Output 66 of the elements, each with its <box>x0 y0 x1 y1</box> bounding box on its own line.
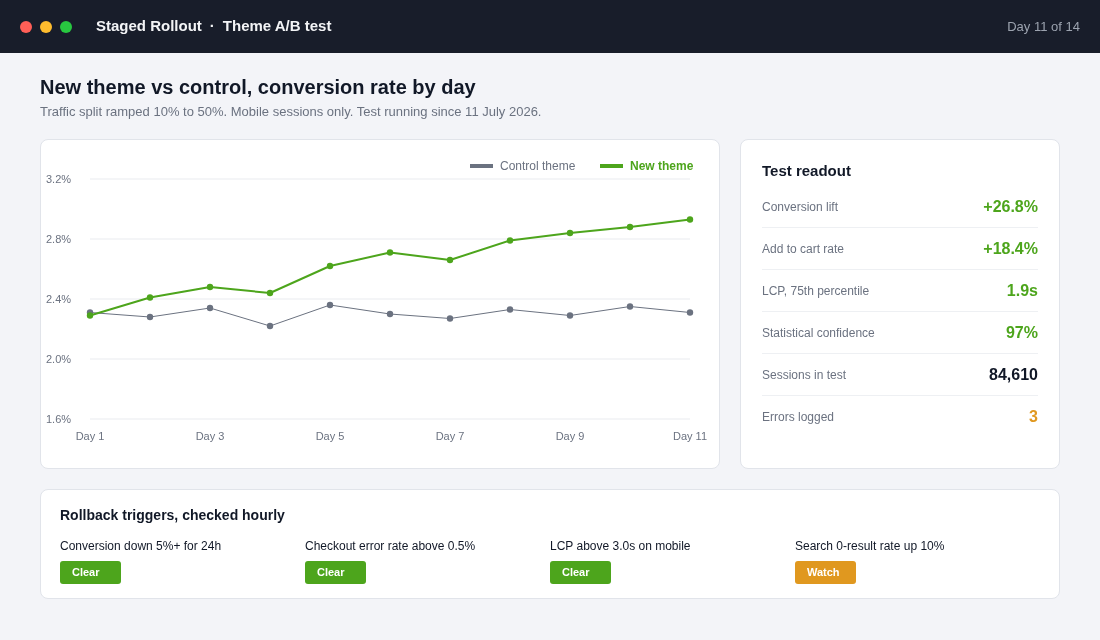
axis-label: Day 7 <box>435 430 465 442</box>
metric-label: Sessions in test <box>762 366 847 384</box>
status-badge: Clear <box>305 561 366 584</box>
metric-value: 84,610 <box>989 364 1038 385</box>
trigger-label: LCP above 3.0s on mobile <box>550 538 691 554</box>
status-badge: Clear <box>550 561 611 584</box>
metric-value: +26.8% <box>983 196 1038 217</box>
data-point <box>146 313 154 321</box>
data-point <box>386 249 394 256</box>
data-point <box>146 294 154 301</box>
axis-label: Day 3 <box>195 430 225 442</box>
data-point <box>206 304 214 312</box>
metric-label: Conversion lift <box>762 198 839 216</box>
legend-label: New theme <box>630 159 694 173</box>
data-point <box>686 309 694 316</box>
page-heading: New theme vs control, conversion rate by day <box>40 75 476 99</box>
data-point <box>506 306 514 313</box>
minimize-icon[interactable] <box>40 20 52 33</box>
data-point <box>506 237 514 244</box>
axis-label: 3.2% <box>46 173 72 185</box>
card-title: Rollback triggers, checked hourly <box>60 506 285 524</box>
data-point <box>446 315 454 322</box>
title-separator: · <box>209 16 215 37</box>
data-point <box>686 216 694 223</box>
data-point <box>386 310 394 318</box>
metric-value: 97% <box>1005 322 1038 343</box>
test-day-text: Day 11 of 14 <box>1007 17 1080 36</box>
axis-label: 1.6% <box>46 413 72 425</box>
data-point <box>566 312 574 319</box>
axis-label: Day 9 <box>555 430 585 442</box>
metric-value: +18.4% <box>983 238 1038 259</box>
trigger-label: Conversion down 5%+ for 24h <box>60 538 222 554</box>
data-point <box>206 283 214 291</box>
data-point <box>626 303 634 310</box>
card-title: Test readout <box>762 162 851 180</box>
close-icon[interactable] <box>20 20 32 33</box>
trigger-label: Checkout error rate above 0.5% <box>305 538 476 554</box>
axis-label: 2.4% <box>46 293 72 305</box>
data-point <box>266 322 274 330</box>
status-badge: Clear <box>60 561 121 584</box>
axis-label: 2.8% <box>46 233 72 245</box>
status-badge: Watch <box>795 561 856 584</box>
axis-label: Day 1 <box>75 430 105 442</box>
data-point <box>626 223 634 231</box>
app-title: Staged Rollout <box>96 16 202 37</box>
metric-value: 1.9s <box>1006 280 1038 301</box>
data-point <box>446 256 454 264</box>
data-point <box>266 289 274 297</box>
axis-label: Day 11 <box>673 430 707 442</box>
legend-label: Control theme <box>500 159 576 173</box>
page-title: Theme A/B test <box>222 16 332 37</box>
axis-label: 2.0% <box>46 353 72 365</box>
metric-label: LCP, 75th percentile <box>762 282 870 300</box>
legend-swatch-icon <box>470 164 493 168</box>
data-point <box>326 262 334 270</box>
metric-label: Add to cart rate <box>762 240 845 258</box>
page-description: Traffic split ramped 10% to 50%. Mobile sessions only. Test running since 11 July 2026. <box>40 104 542 120</box>
metric-label: Statistical confidence <box>762 324 875 342</box>
metric-value: 3 <box>1029 407 1038 427</box>
axis-label: Day 5 <box>315 430 345 442</box>
data-point <box>326 301 334 309</box>
maximize-icon[interactable] <box>60 20 72 33</box>
legend-swatch-icon <box>600 164 623 168</box>
trigger-label: Search 0-result rate up 10% <box>795 538 945 554</box>
data-point <box>566 229 574 237</box>
metric-label: Errors logged <box>762 409 835 426</box>
